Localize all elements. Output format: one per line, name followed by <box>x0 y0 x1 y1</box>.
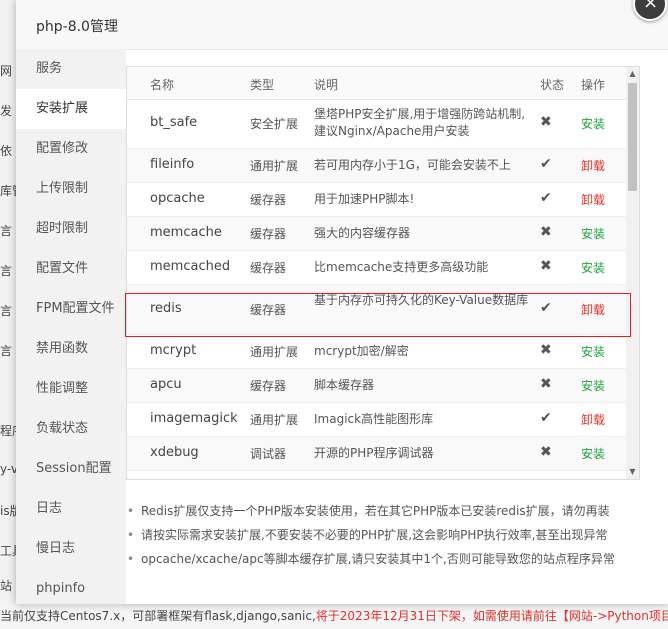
sidebar-item-fpm-config[interactable]: FPM配置文件 <box>16 289 126 329</box>
extension-name: fileinfo <box>150 157 195 172</box>
extension-name: bt_safe <box>150 115 198 130</box>
sidebar-item-config-file[interactable]: 配置文件 <box>16 249 126 289</box>
x-icon: ✖ <box>540 444 552 460</box>
header-desc: 说明 <box>314 78 339 92</box>
extension-description: 脚本缓存器 <box>314 378 375 392</box>
dialog-titlebar: php-8.0管理 <box>16 0 668 50</box>
x-icon: ✖ <box>540 258 552 274</box>
sidebar-item-slow-log[interactable]: 慢日志 <box>16 529 126 569</box>
extension-type: 缓存器 <box>250 261 287 275</box>
install-button[interactable]: 安装 <box>581 115 605 132</box>
extension-description: 强大的内容缓存器 <box>314 226 411 240</box>
note-item: 请按实际需求安装扩展,不要安装不必要的PHP扩展,这会影响PHP执行效率,甚至出… <box>127 526 647 550</box>
table-row: bt_safe 安全扩展 堡塔PHP安全扩展,用于增强防跨站机制,建议Nginx/A… <box>127 99 627 149</box>
scroll-thumb[interactable] <box>628 83 637 191</box>
extension-type: 缓存器 <box>250 303 287 317</box>
check-icon: ✔ <box>540 300 552 316</box>
table-scrollbar[interactable]: ▲ ▼ <box>626 67 639 479</box>
sidebar-item-install-extensions[interactable]: 安装扩展 <box>16 89 126 129</box>
x-icon: ✖ <box>540 224 552 240</box>
extension-type: 缓存器 <box>250 379 287 393</box>
table-row: memcached 缓存器 比memcache支持更多高级功能 ✖ 安装 <box>127 251 627 285</box>
note-item: opcache/xcache/apc等脚本缓存扩展,请只安装其中1个,否则可能导… <box>127 550 647 574</box>
table-row: xdebug 调试器 开源的PHP程序调试器 ✖ 安装 <box>127 437 627 471</box>
table-row: mcrypt 通用扩展 mcrypt加密/解密 ✖ 安装 <box>127 335 627 369</box>
sidebar-item-load-status[interactable]: 负载状态 <box>16 409 126 449</box>
table-row: fileinfo 通用扩展 若可用内存小于1G，可能会安装不上 ✔ 卸载 <box>127 149 627 183</box>
table-row: apcu 缓存器 脚本缓存器 ✖ 安装 <box>127 369 627 403</box>
extension-description: 若可用内存小于1G，可能会安装不上 <box>314 158 511 172</box>
table-header: 名称 类型 说明 状态 操作 <box>127 67 627 100</box>
uninstall-button[interactable]: 卸载 <box>581 157 605 174</box>
sidebar-item-session-config[interactable]: Session配置 <box>16 449 126 489</box>
uninstall-button[interactable]: 卸载 <box>581 411 605 428</box>
install-button[interactable]: 安装 <box>581 259 605 276</box>
x-icon: ✖ <box>540 342 552 358</box>
sidebar-menu: 服务 安装扩展 配置修改 上传限制 超时限制 配置文件 FPM配置文件 禁用函数… <box>16 49 126 604</box>
extension-name: imagemagick <box>150 411 238 426</box>
extensions-table: 名称 类型 说明 状态 操作 bt_safe 安全扩展 堡塔PHP安全扩展,用于增强… <box>126 66 640 480</box>
x-icon: ✖ <box>540 114 552 130</box>
extension-type: 安全扩展 <box>250 117 299 131</box>
extension-name: xdebug <box>150 445 199 460</box>
install-button[interactable]: 安装 <box>581 225 605 242</box>
extension-name: memcached <box>150 259 231 274</box>
extension-type: 缓存器 <box>250 227 287 241</box>
extension-description: 基于内存亦可持久化的Key-Value数据库 <box>314 293 529 307</box>
sidebar-item-performance[interactable]: 性能调整 <box>16 369 126 409</box>
header-action: 操作 <box>581 78 606 92</box>
sidebar-item-log[interactable]: 日志 <box>16 489 126 529</box>
sidebar-item-upload-limit[interactable]: 上传限制 <box>16 169 126 209</box>
install-button[interactable]: 安装 <box>581 343 605 360</box>
extension-description: Imagick高性能图形库 <box>314 412 434 426</box>
extension-description: mcrypt加密/解密 <box>314 344 409 358</box>
footer-notice: 当前仅支持Centos7.x，可部署框架有flask,django,sanic, <box>0 609 316 623</box>
header-name: 名称 <box>150 78 175 92</box>
extension-description: 用于加速PHP脚本! <box>314 192 415 206</box>
sidebar-item-config-modify[interactable]: 配置修改 <box>16 129 126 169</box>
scroll-up-arrow-icon[interactable]: ▲ <box>626 67 639 81</box>
sidebar-item-phpinfo[interactable]: phpinfo <box>16 569 126 609</box>
extension-type: 通用扩展 <box>250 345 299 359</box>
sidebar-item-service[interactable]: 服务 <box>16 49 126 89</box>
extension-name: apcu <box>150 377 182 392</box>
uninstall-button[interactable]: 卸载 <box>581 191 605 208</box>
extension-type: 通用扩展 <box>250 413 299 427</box>
table-row: redis 缓存器 基于内存亦可持久化的Key-Value数据库 ✔ 卸载 <box>127 285 627 335</box>
close-icon: × <box>643 0 659 13</box>
header-status: 状态 <box>540 78 565 92</box>
footer-warning: 将于2023年12月31日下架，如需使用请前往【网站->Python项目】 <box>315 609 668 623</box>
extension-description: 比memcache支持更多高级功能 <box>314 260 489 274</box>
extension-name: memcache <box>150 225 222 240</box>
scroll-down-arrow-icon[interactable]: ▼ <box>626 465 639 479</box>
extension-type: 调试器 <box>250 447 287 461</box>
extension-type: 缓存器 <box>250 193 287 207</box>
sidebar-item-timeout-limit[interactable]: 超时限制 <box>16 209 126 249</box>
check-icon: ✔ <box>540 190 552 206</box>
notes-list: Redis扩展仅支持一个PHP版本安装使用，若在其它PHP版本已安装redis扩… <box>127 502 647 574</box>
check-icon: ✔ <box>540 410 552 426</box>
install-button[interactable]: 安装 <box>581 445 605 462</box>
install-button[interactable]: 安装 <box>581 377 605 394</box>
uninstall-button[interactable]: 卸载 <box>581 301 605 318</box>
table-row: opcache 缓存器 用于加速PHP脚本! ✔ 卸载 <box>127 183 627 217</box>
header-type: 类型 <box>250 78 275 92</box>
x-icon: ✖ <box>540 376 552 392</box>
extension-name: mcrypt <box>150 343 197 358</box>
note-item: Redis扩展仅支持一个PHP版本安装使用，若在其它PHP版本已安装redis扩… <box>127 502 647 526</box>
sidebar-item-disabled-functions[interactable]: 禁用函数 <box>16 329 126 369</box>
check-icon: ✔ <box>540 156 552 172</box>
extension-description: 开源的PHP程序调试器 <box>314 446 434 460</box>
extension-description: 堡塔PHP安全扩展,用于增强防跨站机制,建议Nginx/Apache用户安装 <box>314 107 526 138</box>
dialog-title: php-8.0管理 <box>36 19 118 35</box>
table-row: imagemagick 通用扩展 Imagick高性能图形库 ✔ 卸载 <box>127 403 627 437</box>
extension-type: 通用扩展 <box>250 159 299 173</box>
extension-name: redis <box>150 301 182 316</box>
extension-name: opcache <box>150 191 205 206</box>
table-row: memcache 缓存器 强大的内容缓存器 ✖ 安装 <box>127 217 627 251</box>
